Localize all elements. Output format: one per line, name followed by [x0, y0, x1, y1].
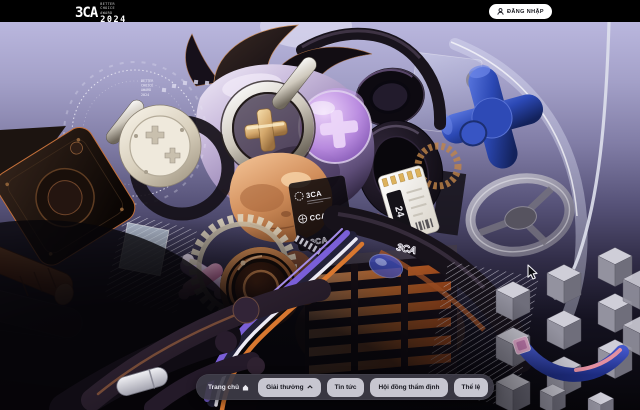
- nav-item-jury[interactable]: Hội đồng thẩm định: [370, 378, 447, 397]
- nav-item-awards[interactable]: Giải thưởng: [258, 378, 321, 397]
- hud-text-line: 2024: [141, 93, 149, 97]
- person-icon: [497, 8, 504, 15]
- home-icon: [242, 384, 249, 391]
- hero-3d-artwork: BETTER CHOICE AWARD 2024: [0, 0, 640, 410]
- nav-item-rules[interactable]: Thể lệ: [454, 378, 489, 397]
- nav-news-label: Tin tức: [335, 384, 357, 391]
- bottom-navbar: Trang chủ Giải thưởng Tin tức Hội đồng t…: [196, 374, 494, 400]
- nav-item-home[interactable]: Trang chủ: [208, 384, 249, 391]
- nav-item-news[interactable]: Tin tức: [327, 378, 365, 397]
- login-button[interactable]: ĐĂNG NHẬP: [489, 4, 552, 19]
- hud-text-line: AWARD: [141, 88, 151, 92]
- bca-logo[interactable]: 3CA BETTER CHOICE AWARD 2024: [75, 2, 127, 25]
- hud-text-line: BETTER: [141, 79, 154, 83]
- login-label: ĐĂNG NHẬP: [507, 9, 544, 15]
- logo-year: 2024: [100, 16, 126, 25]
- nav-rules-label: Thể lệ: [462, 384, 481, 391]
- logo-acronym: 3CA: [75, 6, 97, 20]
- hud-text-line: CHOICE: [141, 84, 153, 88]
- nav-jury-label: Hội đồng thẩm định: [378, 384, 439, 391]
- nav-awards-label: Giải thưởng: [266, 384, 304, 391]
- top-header-bar: 3CA BETTER CHOICE AWARD 2024 ĐĂNG NHẬP: [0, 0, 640, 22]
- nav-home-label: Trang chủ: [208, 384, 239, 391]
- logo-meta: BETTER CHOICE AWARD 2024: [100, 2, 126, 25]
- logo-tagline: BETTER CHOICE AWARD: [100, 2, 125, 15]
- chevron-up-icon: [307, 385, 313, 389]
